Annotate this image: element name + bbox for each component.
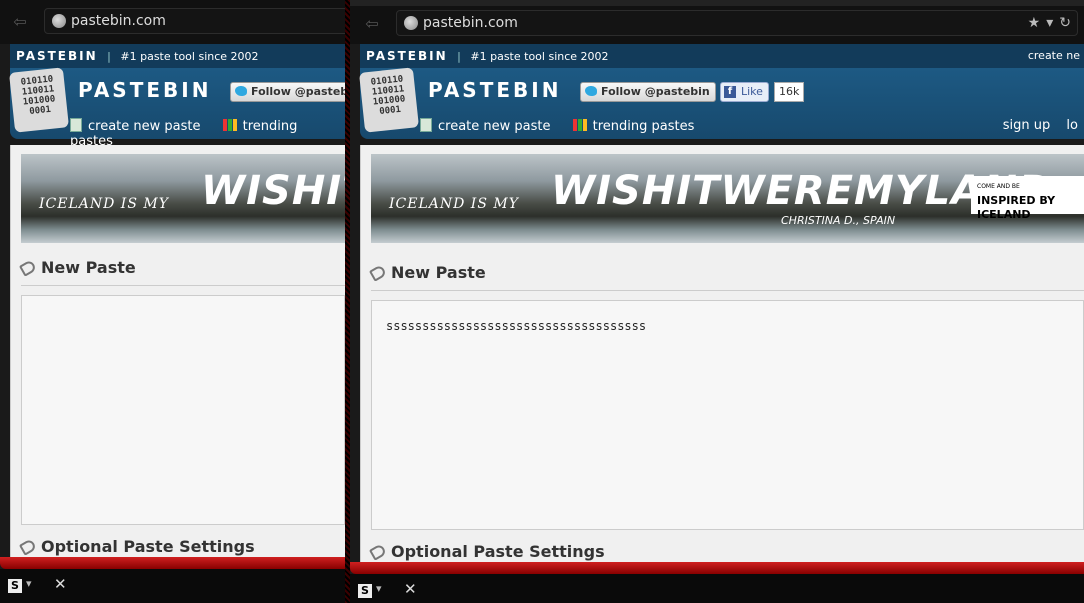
login-link[interactable]: lo xyxy=(1066,118,1078,133)
ad-banner[interactable]: ICELAND IS MY WISHITW xyxy=(21,154,345,243)
brand-small[interactable]: PASTEBIN xyxy=(366,49,448,63)
twitter-follow-label: Follow @pastebi xyxy=(251,85,345,98)
new-page-icon xyxy=(70,118,82,132)
star-icon[interactable]: ★ xyxy=(1028,15,1041,31)
back-arrow-icon[interactable]: ⇦ xyxy=(6,12,34,32)
status-bar: S ▾ ✕ xyxy=(0,569,345,603)
paste-textarea[interactable] xyxy=(21,295,345,525)
twitter-follow-label: Follow @pastebin xyxy=(601,85,710,98)
back-arrow-icon[interactable]: ⇦ xyxy=(358,14,386,34)
bar-chart-icon xyxy=(222,119,237,131)
tag-icon xyxy=(18,538,38,556)
twitter-bird-icon xyxy=(235,86,247,96)
extension-s-icon[interactable]: S xyxy=(358,584,372,598)
separator: | xyxy=(457,50,461,63)
trending-pastes-link[interactable]: trending pastes xyxy=(572,119,694,134)
divider xyxy=(371,290,1084,291)
new-paste-heading: New Paste xyxy=(368,263,486,282)
tagline: #1 paste tool since 2002 xyxy=(470,50,609,63)
facebook-like-button[interactable]: f Like xyxy=(720,82,769,102)
twitter-follow-button[interactable]: Follow @pastebin xyxy=(580,82,716,102)
reload-icon[interactable]: ↻ xyxy=(1059,15,1071,31)
bar-chart-icon xyxy=(572,119,587,131)
extension-s-icon[interactable]: S xyxy=(8,579,22,593)
new-paste-heading: New Paste xyxy=(18,258,136,277)
close-icon[interactable]: ✕ xyxy=(54,575,67,593)
site-header: PASTEBIN | #1 paste tool since 2002 0101… xyxy=(9,44,345,149)
address-bar[interactable]: pastebin.com xyxy=(44,8,345,34)
chevron-down-icon[interactable]: ▾ xyxy=(1046,15,1053,31)
twitter-bird-icon xyxy=(585,86,597,96)
ad-banner[interactable]: ICELAND IS MY WISHITWEREMYLAND CHRISTINA… xyxy=(371,154,1084,243)
chevron-down-icon[interactable]: ▾ xyxy=(26,577,32,590)
optional-settings-heading: Optional Paste Settings xyxy=(368,542,605,561)
browser-toolbar: ⇦ pastebin.com ★ ▾ ↻ xyxy=(350,6,1084,44)
tagline: #1 paste tool since 2002 xyxy=(120,50,259,63)
tag-icon xyxy=(18,259,38,277)
browser-toolbar: ⇦ pastebin.com xyxy=(0,0,345,44)
address-bar[interactable]: pastebin.com ★ ▾ ↻ xyxy=(396,10,1078,36)
browser-window-left: ⇦ pastebin.com PASTEBIN | #1 paste tool … xyxy=(0,0,345,603)
banner-text-iceland: ICELAND IS MY xyxy=(389,196,519,212)
pastebin-site: PASTEBIN | #1 paste tool since 2002 crea… xyxy=(359,44,1084,565)
header-topbar: PASTEBIN | #1 paste tool since 2002 xyxy=(10,44,345,68)
header-topbar: PASTEBIN | #1 paste tool since 2002 crea… xyxy=(360,44,1084,68)
optional-settings-heading: Optional Paste Settings xyxy=(18,537,255,556)
brand-small[interactable]: PASTEBIN xyxy=(16,49,98,63)
scroll-accent-bar xyxy=(0,557,345,569)
paste-textarea[interactable]: ssssssssssssssssssssssssssssssssssss xyxy=(371,300,1084,530)
brand-title[interactable]: PASTEBIN xyxy=(78,78,211,102)
create-new-paste-top-link[interactable]: create ne xyxy=(1028,44,1080,68)
address-bar-url: pastebin.com xyxy=(423,15,518,31)
globe-icon xyxy=(52,14,66,28)
divider xyxy=(21,285,345,286)
facebook-icon: f xyxy=(724,86,736,98)
banner-text-iceland: ICELAND IS MY xyxy=(39,196,169,212)
account-links: sign up lo xyxy=(1003,118,1078,133)
globe-icon xyxy=(404,16,418,30)
pastebin-logo-icon[interactable]: 010110 110011 101000 0001 xyxy=(359,67,419,133)
main-content: ICELAND IS MY WISHITWEREMYLAND CHRISTINA… xyxy=(360,145,1084,565)
site-header: PASTEBIN | #1 paste tool since 2002 crea… xyxy=(359,44,1084,139)
sign-up-link[interactable]: sign up xyxy=(1003,118,1051,133)
banner-headline: WISHITW xyxy=(201,168,345,214)
scroll-accent-bar xyxy=(350,562,1084,574)
facebook-like-count: 16k xyxy=(774,82,805,102)
brand-title[interactable]: PASTEBIN xyxy=(428,78,561,102)
create-new-paste-link[interactable]: create new paste xyxy=(70,118,201,134)
create-new-paste-link[interactable]: create new paste xyxy=(420,118,551,134)
address-bar-url: pastebin.com xyxy=(71,13,166,29)
facebook-like-label: Like xyxy=(741,85,763,98)
main-content: ICELAND IS MY WISHITW New Paste Optional… xyxy=(10,145,345,565)
twitter-follow-button[interactable]: Follow @pastebi xyxy=(230,82,345,102)
tag-icon xyxy=(368,543,388,561)
pastebin-site: PASTEBIN | #1 paste tool since 2002 0101… xyxy=(9,44,345,565)
separator: | xyxy=(107,50,111,63)
nav-links: create new paste trending pastes xyxy=(420,118,712,134)
pastebin-logo-icon[interactable]: 010110 110011 101000 0001 xyxy=(9,67,69,133)
inspired-by-iceland-logo: COME AND BE INSPIRED BY ICELAND xyxy=(971,176,1084,221)
status-bar: S ▾ ✕ xyxy=(350,574,1084,603)
close-icon[interactable]: ✕ xyxy=(404,580,417,598)
browser-window-right: ⇦ pastebin.com ★ ▾ ↻ PASTEBIN | #1 paste t… xyxy=(350,0,1084,603)
tag-icon xyxy=(368,264,388,282)
chevron-down-icon[interactable]: ▾ xyxy=(376,582,382,595)
banner-author: CHRISTINA D., SPAIN xyxy=(781,214,896,227)
new-page-icon xyxy=(420,118,432,132)
